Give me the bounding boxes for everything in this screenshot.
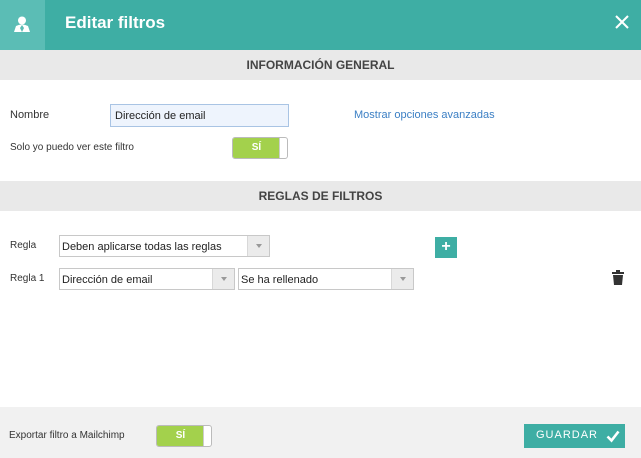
rule-mode-select[interactable]: Deben aplicarse todas las reglas (59, 235, 270, 257)
dialog-title: Editar filtros (65, 13, 166, 32)
rule-mode-value: Deben aplicarse todas las reglas (62, 241, 222, 253)
name-input[interactable] (110, 104, 289, 127)
trash-icon[interactable] (612, 270, 624, 285)
save-button-label: GUARDAR (536, 429, 599, 441)
rule-1-field-dropdown-button[interactable] (212, 269, 234, 289)
rule-1-field-select[interactable]: Dirección de email (59, 268, 235, 290)
toggle-knob (279, 138, 287, 158)
rule-1-condition-dropdown-button[interactable] (391, 269, 413, 289)
check-icon (606, 430, 620, 443)
section-general-title: INFORMACIÓN GENERAL (0, 50, 641, 80)
chevron-down-icon (256, 244, 262, 248)
save-button[interactable]: GUARDAR (524, 424, 625, 448)
toggle-knob (203, 426, 211, 446)
rule-1-field-value: Dirección de email (62, 274, 153, 286)
delete-rule-1-button[interactable] (612, 270, 624, 285)
close-icon[interactable] (614, 14, 630, 30)
chevron-down-icon (221, 277, 227, 281)
rule-1-label: Regla 1 (10, 273, 45, 284)
section-rules-title: REGLAS DE FILTROS (0, 181, 641, 211)
dialog-header: Editar filtros (0, 0, 641, 50)
private-filter-label: Solo yo puedo ver este filtro (10, 142, 134, 153)
export-label: Exportar filtro a Mailchimp (9, 430, 125, 441)
close-button[interactable] (614, 14, 630, 30)
export-toggle-label: SÍ (157, 426, 204, 446)
advanced-options-link[interactable]: Mostrar opciones avanzadas (354, 109, 495, 121)
rule-mode-label: Regla (10, 240, 37, 251)
private-filter-toggle[interactable]: SÍ (232, 137, 288, 159)
rule-1-condition-select[interactable]: Se ha rellenado (238, 268, 414, 290)
chevron-down-icon (400, 277, 406, 281)
export-toggle[interactable]: SÍ (156, 425, 212, 447)
rule-1-condition-value: Se ha rellenado (241, 274, 319, 286)
add-rule-button[interactable]: + (435, 237, 457, 258)
rule-mode-dropdown-button[interactable] (247, 236, 269, 256)
name-label: Nombre (10, 109, 50, 121)
user-icon (14, 16, 30, 32)
private-filter-toggle-label: SÍ (233, 138, 280, 158)
header-icon-box (0, 0, 45, 50)
